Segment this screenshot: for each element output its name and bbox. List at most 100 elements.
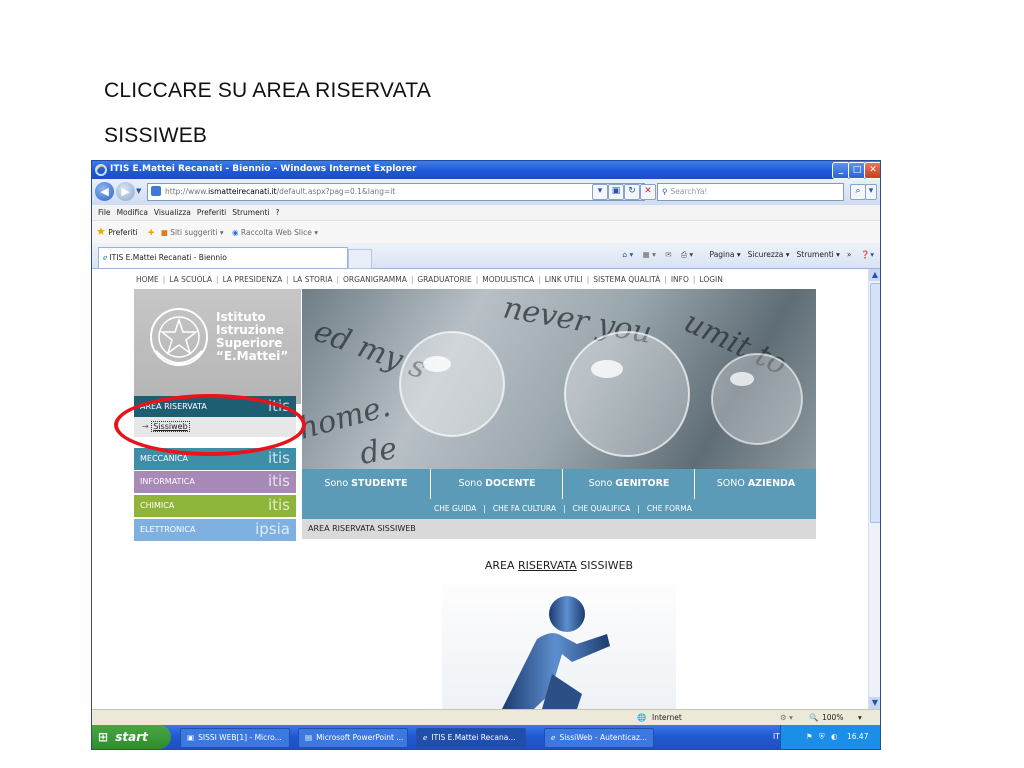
address-dropdown-icon[interactable]: ▾ xyxy=(592,184,608,200)
command-menu-item[interactable]: Sicurezza ▾ xyxy=(748,250,790,259)
home-icon[interactable]: ⌂ ▾ xyxy=(622,250,633,259)
scroll-thumb[interactable] xyxy=(870,283,880,523)
role-name: AZIENDA xyxy=(747,478,796,489)
suggested-sites-link[interactable]: Siti suggeriti ▾ xyxy=(170,228,223,237)
topnav-link[interactable]: GRADUATORIE xyxy=(417,275,471,284)
taskbar-item[interactable]: ▣ SISSI WEB[1] - Micro... xyxy=(180,728,290,748)
topnav-link[interactable]: LA PRESIDENZA xyxy=(223,275,283,284)
search-button[interactable]: ⌕ xyxy=(850,184,866,200)
stop-icon[interactable]: ✕ xyxy=(640,184,656,200)
browser-window: ITIS E.Mattei Recanati - Biennio - Windo… xyxy=(91,160,881,750)
menu-item[interactable]: Visualizza xyxy=(154,208,191,217)
topnav-link[interactable]: LOGIN xyxy=(699,275,722,284)
compatibility-icon[interactable]: ▣ xyxy=(608,184,624,200)
scroll-down-icon[interactable]: ▼ xyxy=(869,697,880,709)
sidebar-item-label: INFORMATICA xyxy=(140,477,195,486)
sidebar-item[interactable]: ELETTRONICA ipsia xyxy=(134,519,296,541)
ie-icon: ℯ xyxy=(551,733,556,742)
zoom-level[interactable]: 100% xyxy=(822,710,843,726)
role-tab[interactable]: Sono STUDENTE xyxy=(302,469,431,499)
refresh-icon[interactable]: ↻ xyxy=(624,184,640,200)
sidebar-item-label: CHIMICA xyxy=(140,501,175,510)
tab-ie-icon: ℯ xyxy=(103,253,108,262)
search-options-icon[interactable]: ▾ xyxy=(865,184,877,200)
start-label: start xyxy=(115,730,148,744)
role-tab[interactable]: Sono DOCENTE xyxy=(432,469,563,499)
taskbar-item[interactable]: ℯ ITIS E.Mattei Recana... xyxy=(416,728,526,748)
help-icon[interactable]: ❓▾ xyxy=(861,250,874,259)
feeds-icon[interactable]: ▦ ▾ xyxy=(643,250,656,259)
favorites-button[interactable]: Preferiti xyxy=(108,228,137,237)
search-field[interactable]: ⚲ SearchYa! xyxy=(657,183,844,201)
address-prefix: http://www. xyxy=(165,187,209,196)
role-tab[interactable]: SONO AZIENDA xyxy=(696,469,816,499)
role-links: CHE GUIDA | CHE FA CULTURA | CHE QUALIFICA | C… xyxy=(434,504,692,513)
suggested-sites-icon: ■ xyxy=(160,228,168,237)
command-menu-item[interactable]: Strumenti ▾ xyxy=(797,250,840,259)
favorites-star-icon[interactable]: ★ xyxy=(96,225,106,238)
language-indicator[interactable]: IT xyxy=(773,725,780,749)
topnav-link[interactable]: MODULISTICA xyxy=(482,275,534,284)
sidebar-item-label: ELETTRONICA xyxy=(140,525,196,534)
topnav-link[interactable]: SISTEMA QUALITÀ xyxy=(593,275,660,284)
role-link[interactable]: CHE GUIDA xyxy=(434,504,476,513)
command-menu-item[interactable]: » xyxy=(847,250,852,259)
topnav-link[interactable]: HOME xyxy=(136,275,159,284)
menu-item[interactable]: File xyxy=(98,208,111,217)
role-link[interactable]: CHE FA CULTURA xyxy=(493,504,556,513)
sidebar-item[interactable]: INFORMATICA itis xyxy=(134,471,296,493)
tray-shield-icon[interactable]: ⛨ xyxy=(819,725,825,749)
breadcrumb-text: AREA RISERVATA SISSIWEB xyxy=(308,524,416,533)
tray-clock[interactable]: 16.47 xyxy=(847,725,868,749)
protected-mode-icon[interactable]: ⚙ ▾ xyxy=(780,710,793,726)
role-link[interactable]: CHE FORMA xyxy=(647,504,692,513)
figure-pushing-icon xyxy=(502,596,610,709)
menu-item[interactable]: ? xyxy=(276,208,280,217)
role-prefix: Sono xyxy=(458,478,486,489)
topnav-link[interactable]: LA STORIA xyxy=(293,275,333,284)
heading-link[interactable]: RISERVATA xyxy=(518,559,577,572)
close-button[interactable]: ✕ xyxy=(864,162,880,179)
slide-title: CLICCARE SU AREA RISERVATA xyxy=(104,79,431,102)
scroll-up-icon[interactable]: ▲ xyxy=(869,269,880,281)
menu-item[interactable]: Modifica xyxy=(117,208,148,217)
forward-button[interactable]: ▶ xyxy=(116,182,135,201)
topnav-link[interactable]: LINK UTILI xyxy=(545,275,583,284)
back-button[interactable]: ◀ xyxy=(95,182,114,201)
address-field[interactable]: http://www.ismatteirecanati.it/default.a… xyxy=(147,183,645,201)
topnav-link[interactable]: ORGANIGRAMMA xyxy=(343,275,407,284)
taskbar-item[interactable]: ℯ SissiWeb - Autenticaz... xyxy=(544,728,654,748)
sidebar-item[interactable]: CHIMICA itis xyxy=(134,495,296,517)
add-favorite-icon[interactable]: ✚ xyxy=(148,228,154,237)
browser-tab[interactable]: ℯ ITIS E.Mattei Recanati - Biennio xyxy=(98,247,348,268)
print-icon[interactable]: ⎙ ▾ xyxy=(681,250,693,259)
new-tab-button[interactable] xyxy=(348,249,372,269)
tray-volume-icon[interactable]: ◐ xyxy=(831,725,838,749)
menu-item[interactable]: Strumenti xyxy=(232,208,269,217)
globe-icon: 🌐 xyxy=(637,713,647,722)
role-prefix: Sono xyxy=(588,478,616,489)
topnav-link[interactable]: LA SCUOLA xyxy=(169,275,212,284)
tab-bar: ℯ ITIS E.Mattei Recanati - Biennio ⌂ ▾ ▦ … xyxy=(92,243,880,269)
role-link[interactable]: CHE QUALIFICA xyxy=(572,504,630,513)
address-path: /default.aspx?pag=0.1&lang=it xyxy=(276,187,396,196)
command-menu-item[interactable]: Pagina ▾ xyxy=(710,250,741,259)
vertical-scrollbar[interactable]: ▲ ▼ xyxy=(868,269,880,709)
webslice-link[interactable]: Raccolta Web Slice ▾ xyxy=(241,228,318,237)
menu-item[interactable]: Preferiti xyxy=(197,208,226,217)
topnav-link[interactable]: INFO xyxy=(671,275,689,284)
role-links-bar: CHE GUIDA | CHE FA CULTURA | CHE QUALIFICA | C… xyxy=(302,499,816,519)
role-prefix: SONO xyxy=(716,478,748,489)
tray-network-icon[interactable]: ⚑ xyxy=(806,725,813,749)
mail-icon[interactable]: ✉ xyxy=(665,250,671,259)
role-tab[interactable]: Sono GENITORE xyxy=(564,469,695,499)
role-tabs: Sono STUDENTE Sono DOCENTE Sono GENITORE SO… xyxy=(302,469,816,499)
history-dropdown-icon[interactable]: ▼ xyxy=(136,187,141,195)
taskbar-item[interactable]: ▤ Microsoft PowerPoint ... xyxy=(298,728,408,748)
logo-text-line: “E.Mattei” xyxy=(216,349,289,363)
zoom-dropdown-icon[interactable]: ▾ xyxy=(858,710,862,726)
school-name: Istituto Istruzione Superiore “E.Mattei” xyxy=(216,311,288,363)
search-icon: ⚲ xyxy=(662,187,668,196)
start-button[interactable]: ⊞ start xyxy=(92,725,171,749)
taskbar-item-label: SISSI WEB[1] - Micro... xyxy=(198,733,282,742)
